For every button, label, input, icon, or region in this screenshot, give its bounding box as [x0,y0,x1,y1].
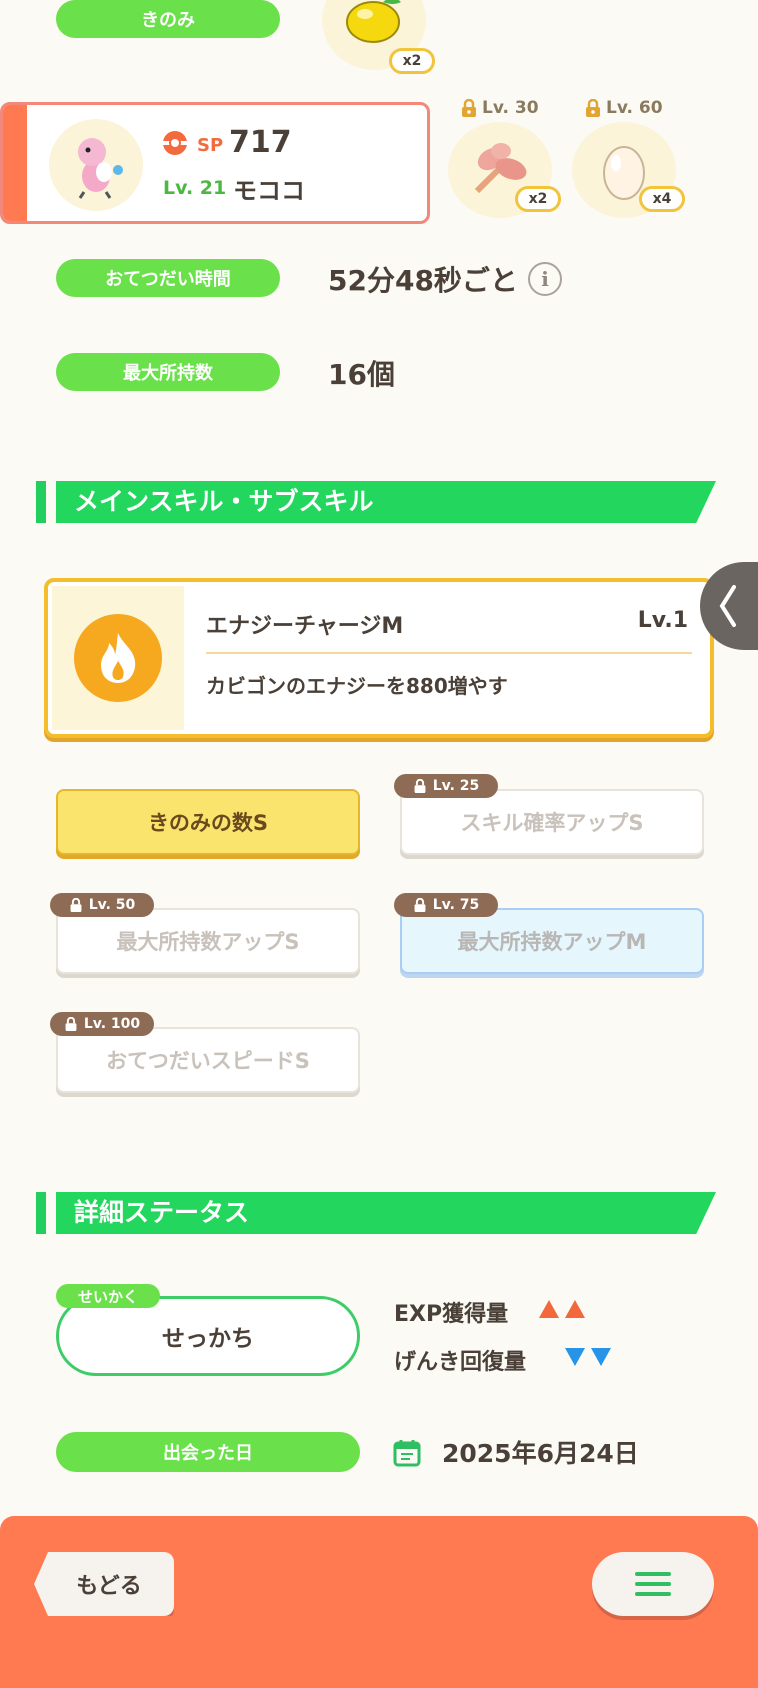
ingredient-3-lock-level: Lv. 60 [584,98,663,118]
subskill-3[interactable]: 最大所持数アップS [56,908,360,974]
berry-count-badge: x2 [389,48,435,74]
lemon-berry-icon [346,0,401,43]
menu-button[interactable] [592,1552,714,1616]
skills-section-header: メインスキル・サブスキル [36,481,716,523]
up-arrows-icon [539,1300,585,1318]
met-date-value: 2025年6月24日 [442,1439,639,1468]
info-icon[interactable]: i [528,262,562,296]
subskill-2[interactable]: スキル確率アップS [400,789,704,855]
main-skill-name: エナジーチャージM [206,614,404,639]
subskill-4[interactable]: 最大所持数アップM [400,908,704,974]
chevron-left-icon [719,585,736,627]
back-button[interactable]: もどる [34,1552,174,1616]
sp-icon [163,131,187,155]
berry-label: きのみ [56,0,280,38]
subskill-2-lock-tag: Lv. 25 [394,774,498,798]
subskill-5-label: おてつだいスピードS [106,1049,310,1073]
ingredient-2-lock-level: Lv. 30 [460,98,539,118]
ingredient-3-level: Lv. 60 [606,98,663,118]
subskill-3-lock-tag: Lv. 50 [50,893,154,917]
nature-tag: せいかく [56,1284,160,1308]
nature-box[interactable]: せっかち [56,1296,360,1376]
back-button-label: もどる [76,1574,142,1599]
subskill-3-label: 最大所持数アップS [116,930,300,954]
subskill-1[interactable]: きのみの数S [56,789,360,855]
nature-down-label: げんき回復量 [394,1350,527,1375]
hamburger-menu-icon [635,1572,671,1596]
fire-icon [74,614,162,702]
main-skill-divider [206,652,692,654]
main-skill-level: Lv.1 [637,608,688,633]
lock-icon [65,1017,77,1031]
ingredient-3-count: x4 [639,186,685,212]
card-accent [3,105,27,221]
sp-label: SP [197,135,224,156]
detail-section-header: 詳細ステータス [36,1192,716,1234]
main-skill-desc: カビゴンのエナジーを880増やす [206,674,508,698]
subskill-5[interactable]: おてつだいスピードS [56,1027,360,1093]
avatar [49,119,143,211]
subskill-4-lock-tag: Lv. 75 [394,893,498,917]
subskill-5-lock-tag: Lv. 100 [50,1012,154,1036]
ingredient-2-level: Lv. 30 [482,98,539,118]
lock-icon [586,99,600,117]
max-carry-value: 16個 [328,358,395,391]
skills-section-title: メインスキル・サブスキル [74,487,374,516]
main-skill-card[interactable]: エナジーチャージM Lv.1 カビゴンのエナジーを880増やす [44,578,714,738]
help-time-value: 52分48秒ごと [328,264,518,297]
nature-up-label: EXP獲得量 [394,1302,509,1327]
pokemon-name: モココ [233,177,305,205]
lock-icon [70,898,82,912]
met-date-label: 出会った日 [56,1432,360,1472]
lock-icon [414,779,426,793]
subskill-1-label: きのみの数S [147,811,269,835]
lock-icon [462,99,476,117]
sp-value: 717 [229,125,292,160]
pokemon-level: Lv. 21 [163,177,227,199]
calendar-icon [393,1440,421,1467]
help-time-label: おてつだい時間 [56,259,280,297]
down-arrows-icon [565,1348,611,1366]
subskill-2-label: スキル確率アップS [460,811,644,835]
lock-icon [414,898,426,912]
max-carry-label: 最大所持数 [56,353,280,391]
pokemon-card[interactable]: SP 717 Lv. 21 モココ [0,102,430,224]
nature-value: せっかち [162,1326,254,1352]
ingredient-2-count: x2 [515,186,561,212]
subskill-4-label: 最大所持数アップM [457,930,647,954]
detail-section-title: 詳細ステータス [74,1198,250,1227]
